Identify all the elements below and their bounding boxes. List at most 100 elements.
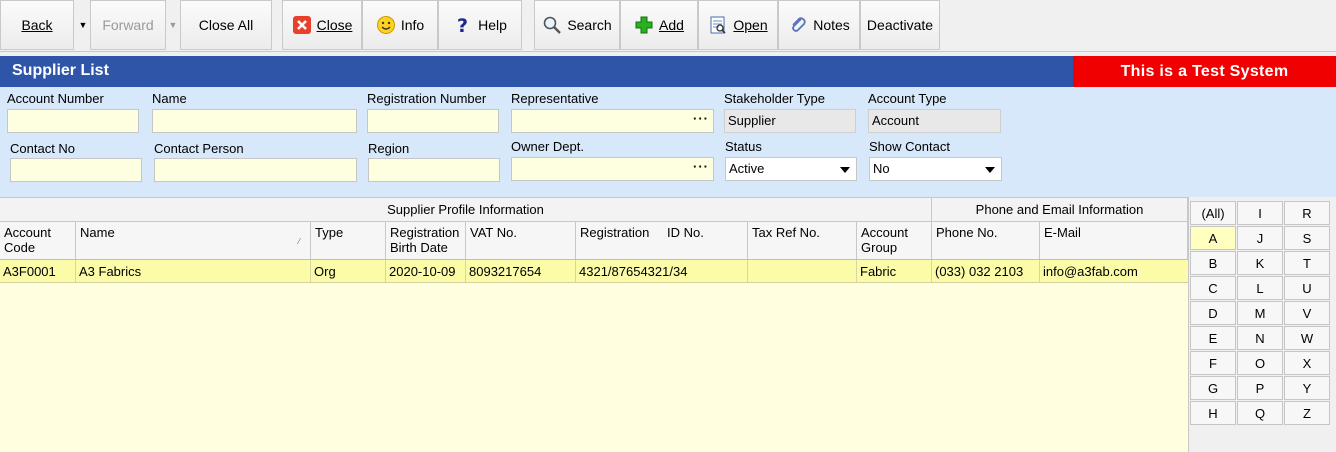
alpha-button[interactable]: P — [1237, 376, 1283, 400]
alpha-button[interactable]: X — [1284, 351, 1330, 375]
region-label: Region — [368, 141, 410, 156]
alpha-button[interactable]: B — [1190, 251, 1236, 275]
show-contact-label: Show Contact — [869, 139, 950, 154]
show-contact-select[interactable]: No — [869, 157, 1002, 181]
open-document-icon — [708, 15, 728, 35]
alpha-button-selected[interactable]: A — [1190, 226, 1236, 250]
chevron-down-icon — [985, 167, 995, 173]
cell-email: info@a3fab.com — [1043, 264, 1138, 279]
contact-no-label: Contact No — [10, 141, 76, 156]
alpha-button[interactable]: C — [1190, 276, 1236, 300]
contact-no-input[interactable] — [10, 158, 142, 182]
group-header-contact: Phone and Email Information — [932, 198, 1188, 222]
alpha-button[interactable]: J — [1237, 226, 1283, 250]
status-select[interactable]: Active — [725, 157, 857, 181]
paperclip-icon — [788, 15, 808, 35]
alpha-button[interactable]: Q — [1237, 401, 1283, 425]
alpha-button[interactable]: I — [1237, 201, 1283, 225]
back-label: Back — [21, 17, 53, 33]
alpha-button[interactable]: T — [1284, 251, 1330, 275]
column-header-vat-no[interactable]: VAT No. — [466, 222, 576, 260]
alpha-button[interactable]: M — [1237, 301, 1283, 325]
alpha-button[interactable]: Z — [1284, 401, 1330, 425]
alpha-button[interactable]: S — [1284, 226, 1330, 250]
alpha-button[interactable]: (All) — [1190, 201, 1236, 225]
alpha-button[interactable]: H — [1190, 401, 1236, 425]
help-label: Help — [478, 17, 507, 33]
close-all-button[interactable]: Close All — [180, 0, 272, 50]
deactivate-button[interactable]: Deactivate — [860, 0, 940, 50]
cell-vat-no: 8093217654 — [466, 260, 576, 282]
notes-button[interactable]: Notes — [778, 0, 860, 50]
column-header-account-code[interactable]: Account Code — [0, 222, 76, 260]
alpha-button[interactable]: L — [1237, 276, 1283, 300]
alpha-button[interactable]: O — [1237, 351, 1283, 375]
column-header-tax-ref-no[interactable]: Tax Ref No. — [748, 222, 857, 260]
name-input[interactable] — [152, 109, 357, 133]
alpha-button[interactable]: W — [1284, 326, 1330, 350]
alpha-button[interactable]: D — [1190, 301, 1236, 325]
column-header-line: Group — [861, 240, 898, 255]
notes-label: Notes — [813, 17, 850, 33]
search-icon — [542, 15, 562, 35]
alpha-button[interactable]: G — [1190, 376, 1236, 400]
forward-dropdown-icon[interactable]: ▼ — [166, 0, 180, 50]
account-number-input[interactable] — [7, 109, 139, 133]
cell-account-group: Fabric — [857, 260, 932, 282]
name-label: Name — [152, 91, 187, 106]
cell-name: A3 Fabrics — [76, 260, 311, 282]
owner-dept-label: Owner Dept. — [511, 139, 584, 154]
column-header-type[interactable]: Type — [311, 222, 386, 260]
column-header-registration-birth-date[interactable]: Registration Birth Date — [386, 222, 466, 260]
registration-number-input[interactable] — [367, 109, 499, 133]
group-header-profile: Supplier Profile Information — [0, 198, 932, 222]
back-dropdown-icon[interactable]: ▼ — [76, 0, 90, 50]
alpha-button[interactable]: F — [1190, 351, 1236, 375]
question-mark-icon: ? — [453, 15, 473, 37]
open-button[interactable]: Open — [698, 0, 778, 50]
registration-number-label: Registration Number — [367, 91, 487, 106]
back-button[interactable]: Back — [0, 0, 74, 50]
cell-registration-id: 4321/87654321/34 — [576, 260, 748, 282]
search-label: Search — [567, 17, 612, 33]
alpha-button[interactable]: R — [1284, 201, 1330, 225]
alpha-button[interactable]: U — [1284, 276, 1330, 300]
alpha-button[interactable]: V — [1284, 301, 1330, 325]
column-header-text: ID No. — [667, 225, 704, 240]
column-header-phone-no[interactable]: Phone No. — [932, 222, 1040, 260]
deactivate-label: Deactivate — [866, 17, 934, 33]
column-header-email[interactable]: E-Mail — [1040, 222, 1188, 260]
chevron-down-icon — [840, 167, 850, 173]
account-type-label: Account Type — [868, 91, 947, 106]
toolbar: Back ▼ Forward ▼ Close All Close Info ? … — [0, 0, 1336, 52]
table-row[interactable]: A3F0001 A3 Fabrics Org 2020-10-09 809321… — [0, 260, 1188, 283]
close-label: Close — [316, 17, 353, 33]
alpha-button[interactable]: E — [1190, 326, 1236, 350]
alpha-button[interactable]: K — [1237, 251, 1283, 275]
help-button[interactable]: ? Help — [438, 0, 522, 50]
column-header-line: Code — [4, 240, 36, 255]
alphabet-filter-panel: (All) A B C D E F G H I J K L M N O P Q … — [1188, 197, 1336, 452]
forward-button[interactable]: Forward — [90, 0, 166, 50]
alpha-button[interactable]: N — [1237, 326, 1283, 350]
column-header-account-group[interactable]: Account Group — [857, 222, 932, 260]
contact-person-input[interactable] — [154, 158, 357, 182]
column-header-line: Birth Date — [390, 240, 448, 255]
region-input[interactable] — [368, 158, 500, 182]
column-header-registration-id[interactable]: Registration ID No. — [576, 222, 748, 260]
ellipsis-icon[interactable]: ··· — [693, 111, 709, 126]
cell-phone-no: (033) 032 2103 — [932, 260, 1040, 282]
cell-tax-ref-no — [748, 260, 857, 282]
owner-dept-input[interactable]: ··· — [511, 157, 714, 181]
column-header-line: Registration — [390, 225, 460, 240]
ellipsis-icon[interactable]: ··· — [693, 159, 709, 174]
search-button[interactable]: Search — [534, 0, 620, 50]
representative-input[interactable]: ··· — [511, 109, 714, 133]
svg-text:?: ? — [457, 15, 468, 35]
add-button[interactable]: Add — [620, 0, 698, 50]
close-all-label: Close All — [198, 17, 254, 33]
close-button[interactable]: Close — [282, 0, 362, 50]
alpha-button[interactable]: Y — [1284, 376, 1330, 400]
column-header-name[interactable]: Name ⁄ — [76, 222, 311, 260]
info-button[interactable]: Info — [362, 0, 438, 50]
